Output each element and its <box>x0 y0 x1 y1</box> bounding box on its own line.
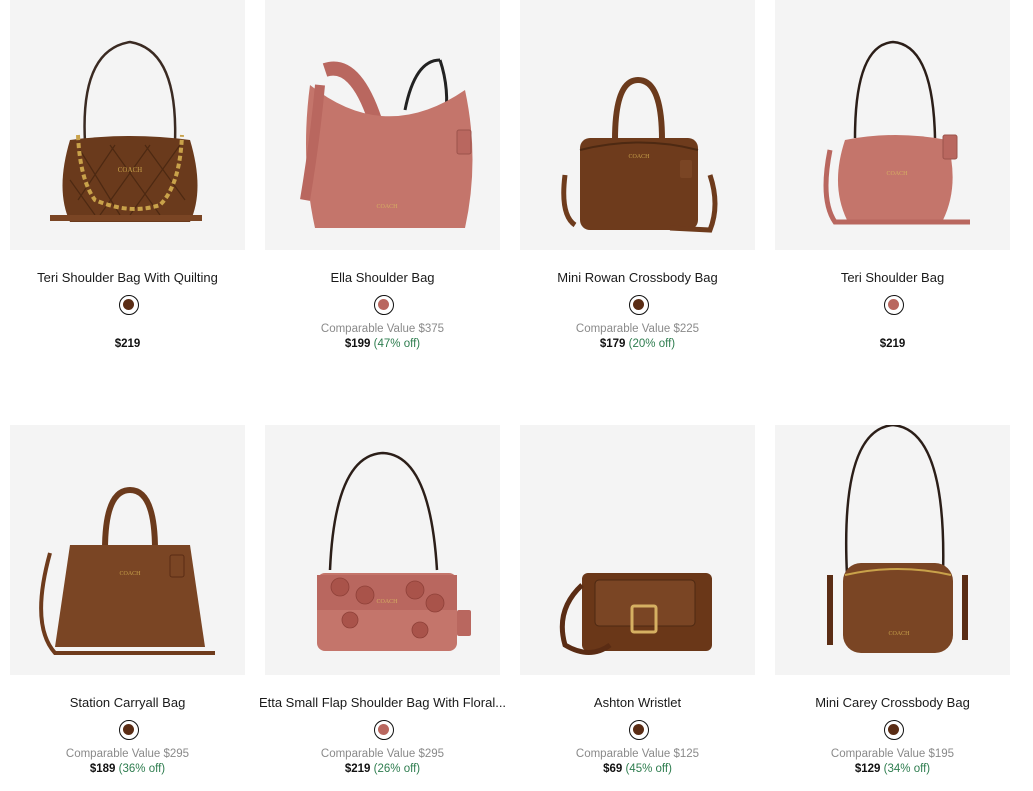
comparable-value: Comparable Value $375 <box>320 323 445 335</box>
color-swatch[interactable] <box>629 295 649 315</box>
product-name[interactable]: Ella Shoulder Bag <box>255 270 510 285</box>
product-name[interactable]: Etta Small Flap Shoulder Bag With Floral… <box>255 695 510 710</box>
color-swatch[interactable] <box>119 295 139 315</box>
product-image[interactable]: COACH <box>775 0 1010 250</box>
comparable-value: Comparable Value $295 <box>320 748 445 760</box>
product-card[interactable]: COACH Station Carryall Bag Comparable Va… <box>0 425 245 785</box>
sale-price: $69 <box>603 763 623 775</box>
svg-text:COACH: COACH <box>376 599 398 605</box>
product-image[interactable] <box>520 425 755 675</box>
product-image[interactable]: COACH <box>10 425 245 675</box>
product-name[interactable]: Ashton Wristlet <box>510 695 765 710</box>
product-card[interactable]: COACH Etta Small Flap Shoulder Bag With … <box>255 425 506 785</box>
svg-text:COACH: COACH <box>118 166 143 174</box>
color-swatch[interactable] <box>629 720 649 740</box>
color-swatch[interactable] <box>119 720 139 740</box>
discount-label: (20% off) <box>628 338 676 350</box>
color-swatch[interactable] <box>884 295 904 315</box>
discount-label: (36% off) <box>118 763 166 775</box>
product-name[interactable]: Station Carryall Bag <box>0 695 255 710</box>
discount-label: (34% off) <box>883 763 931 775</box>
product-card[interactable]: Ashton Wristlet Comparable Value $125 $6… <box>510 425 755 785</box>
sale-price: $219 <box>879 338 906 350</box>
product-image[interactable]: COACH <box>520 0 755 250</box>
color-swatch[interactable] <box>884 720 904 740</box>
product-price: $219 (26% off) <box>255 763 510 775</box>
product-price: $219 <box>0 338 255 350</box>
product-price: $179 (20% off) <box>510 338 765 350</box>
comparable-value: Comparable Value $225 <box>575 323 700 335</box>
sale-price: $179 <box>599 338 626 350</box>
sale-price: $199 <box>344 338 371 350</box>
comparable-value: Comparable Value $195 <box>830 748 955 760</box>
sale-price: $219 <box>114 338 141 350</box>
svg-text:COACH: COACH <box>888 631 910 637</box>
sale-price: $219 <box>344 763 371 775</box>
sale-price: $129 <box>854 763 881 775</box>
product-price: $219 <box>765 338 1020 350</box>
product-card[interactable]: COACH Mini Carey Crossbody Bag Comparabl… <box>765 425 1010 785</box>
product-card[interactable]: COACH Mini Rowan Crossbody Bag Comparabl… <box>510 0 755 360</box>
product-image[interactable]: COACH <box>265 0 500 250</box>
product-grid: COACH Teri Shoulder Bag With Quilting $2… <box>0 0 1033 791</box>
product-name[interactable]: Teri Shoulder Bag <box>765 270 1020 285</box>
product-card[interactable]: COACH Ella Shoulder Bag Comparable Value… <box>255 0 500 360</box>
sale-price: $189 <box>89 763 116 775</box>
discount-label: (47% off) <box>373 338 421 350</box>
comparable-value: Comparable Value $125 <box>575 748 700 760</box>
product-price: $189 (36% off) <box>0 763 255 775</box>
comparable-value: Comparable Value $295 <box>65 748 190 760</box>
product-card[interactable]: COACH Teri Shoulder Bag $219 <box>765 0 1010 360</box>
product-price: $199 (47% off) <box>255 338 510 350</box>
product-name[interactable]: Teri Shoulder Bag With Quilting <box>0 270 255 285</box>
product-price: $129 (34% off) <box>765 763 1020 775</box>
product-image[interactable]: COACH <box>775 425 1010 675</box>
discount-label: (45% off) <box>625 763 672 775</box>
product-card[interactable]: COACH Teri Shoulder Bag With Quilting $2… <box>0 0 245 360</box>
product-image[interactable]: COACH <box>265 425 500 675</box>
svg-text:COACH: COACH <box>119 571 141 577</box>
product-image[interactable]: COACH <box>10 0 245 250</box>
svg-text:COACH: COACH <box>886 171 908 177</box>
product-name[interactable]: Mini Rowan Crossbody Bag <box>510 270 765 285</box>
color-swatch[interactable] <box>374 295 394 315</box>
svg-text:COACH: COACH <box>628 154 650 160</box>
discount-label: (26% off) <box>373 763 421 775</box>
product-price: $69 (45% off) <box>510 763 765 775</box>
svg-text:COACH: COACH <box>376 204 398 210</box>
product-name[interactable]: Mini Carey Crossbody Bag <box>765 695 1020 710</box>
color-swatch[interactable] <box>374 720 394 740</box>
